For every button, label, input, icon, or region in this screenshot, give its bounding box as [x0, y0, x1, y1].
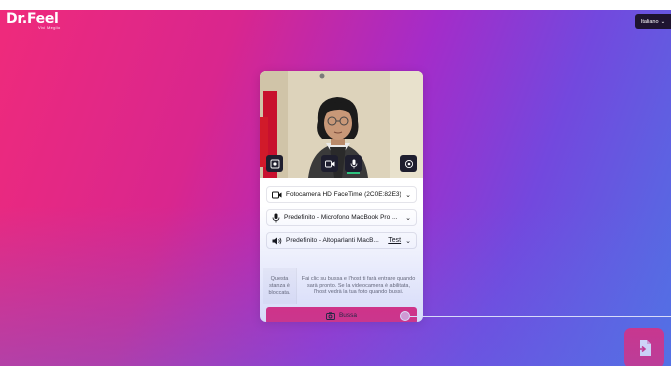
locked-room-notice: Questa stanza è bloccata. Fai clic su bu…	[263, 268, 420, 304]
microphone-select-label: Predefinito - Microfono MacBook Pro ...	[284, 214, 398, 221]
language-selector[interactable]: Italiano ⌄	[635, 14, 671, 29]
speaker-select[interactable]: Predefinito - Altoparlanti MacB... Test …	[266, 232, 417, 249]
microphone-select[interactable]: Predefinito - Microfono MacBook Pro ... …	[266, 209, 417, 226]
speaker-select-label: Predefinito - Altoparlanti MacB...	[286, 237, 379, 244]
knock-button-label: Bussa	[338, 312, 358, 319]
camera-snapshot-icon	[326, 311, 335, 320]
microphone-icon	[350, 159, 357, 168]
camera-icon	[324, 160, 334, 167]
chevron-down-icon: ⌄	[405, 237, 411, 245]
app-logo[interactable]: Dr.Feel	[6, 12, 59, 26]
video-preview	[260, 71, 423, 178]
chevron-down-icon: ⌄	[660, 18, 666, 25]
chevron-down-icon: ⌄	[405, 214, 411, 222]
background-blur-icon	[270, 159, 279, 168]
background-stage: Dr.Feel Vivi Meglio Italiano ⌄ Fotocamer…	[0, 10, 671, 366]
knock-instructions: Fai clic su bussa e l'host ti farà entra…	[301, 275, 416, 296]
camera-toggle-button[interactable]	[321, 155, 338, 172]
camera-select[interactable]: Fotocamera HD FaceTime (2C0E:82E3) ⌄	[266, 186, 417, 203]
locked-room-label: Questa stanza è bloccata.	[263, 268, 297, 304]
microphone-toggle-button[interactable]	[345, 155, 362, 172]
background-blur-button[interactable]	[266, 155, 283, 172]
microphone-icon	[272, 213, 280, 222]
language-label: Italiano	[640, 18, 659, 25]
camera-select-label: Fotocamera HD FaceTime (2C0E:82E3)	[286, 191, 402, 198]
enter-room-button[interactable]	[624, 328, 664, 366]
settings-icon	[404, 159, 413, 168]
chevron-down-icon: ⌄	[405, 191, 411, 199]
enter-icon	[637, 340, 651, 356]
knock-pointer-dot	[400, 311, 410, 321]
speaker-test-link[interactable]: Test	[388, 237, 401, 244]
camera-preview-image	[260, 71, 423, 178]
mic-level-indicator	[347, 172, 360, 174]
speaker-icon	[272, 237, 282, 244]
knock-connector-line	[410, 316, 671, 317]
waiting-room-card: Fotocamera HD FaceTime (2C0E:82E3) ⌄ Pre…	[260, 71, 423, 322]
settings-button[interactable]	[400, 155, 417, 172]
logo-tagline: Vivi Meglio	[38, 25, 61, 30]
camera-icon	[272, 191, 282, 198]
knock-button[interactable]: Bussa	[266, 307, 417, 322]
